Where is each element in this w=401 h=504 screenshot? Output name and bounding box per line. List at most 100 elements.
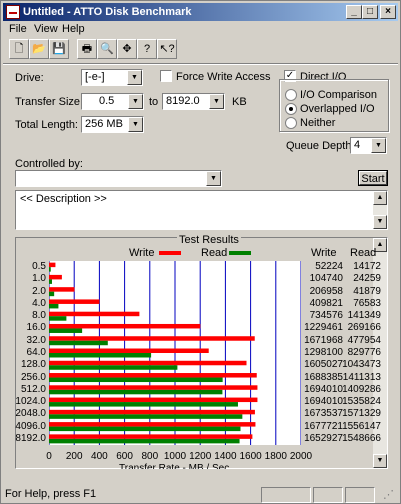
read-value: 477954 (347, 334, 381, 346)
resize-grip-icon[interactable]: ⋰ (383, 488, 394, 501)
write-bar-1024.0 (49, 397, 258, 403)
move-button[interactable]: ✥ (117, 39, 137, 59)
write-bar-64.0 (49, 348, 209, 353)
chevron-down-icon[interactable]: ▼ (128, 117, 143, 132)
total-length-select[interactable]: 256 MB ▼ (81, 116, 144, 133)
io-comparison-radio[interactable] (285, 89, 297, 101)
read-value: 14172 (353, 261, 381, 273)
chevron-down-icon[interactable]: ▼ (209, 94, 224, 109)
read-value: 269166 (347, 322, 381, 334)
force-write-checkbox[interactable] (160, 70, 172, 82)
read-bar-4096.0 (49, 426, 241, 432)
drive-value: [-e-] (85, 71, 105, 83)
chevron-down-icon[interactable]: ▼ (127, 70, 142, 85)
print-icon: 🖶 (81, 43, 93, 55)
open-icon: 📂 (32, 43, 46, 55)
status-text: For Help, press F1 (5, 488, 97, 500)
read-value: 1548666 (342, 432, 381, 444)
write-bar-16.0 (49, 323, 201, 329)
read-value: 141349 (347, 310, 381, 322)
scroll-down-icon[interactable]: ▼ (373, 454, 387, 468)
read-bar-512.0 (49, 389, 223, 395)
maximize-button[interactable]: □ (362, 5, 378, 19)
read-bar-1.0 (49, 279, 52, 284)
read-value: 1571329 (342, 408, 381, 420)
read-bar-4.0 (49, 303, 59, 309)
new-button[interactable]: 🗋 (9, 39, 29, 59)
read-bar-1024.0 (49, 402, 238, 407)
x-tick-label: 2000 (289, 451, 313, 462)
help-icon: ? (143, 43, 151, 55)
write-value: 1694010 (304, 396, 343, 408)
scroll-up-icon[interactable]: ▲ (373, 191, 387, 205)
menu-file[interactable]: File (9, 23, 27, 35)
test-results-title: Test Results (177, 234, 241, 246)
write-column-header: Write (311, 247, 337, 259)
description-box[interactable]: << Description >> ▲ ▼ (15, 190, 388, 230)
write-bar-32.0 (49, 336, 255, 341)
write-bar-4.0 (49, 299, 100, 304)
app-icon (6, 5, 20, 19)
transfer-size-label: Transfer Size: (15, 96, 84, 108)
scroll-down-icon[interactable]: ▼ (373, 215, 387, 229)
transfer-size-from-select[interactable]: 0.5 ▼ (81, 93, 144, 110)
size-label: 2048.0 (15, 408, 46, 420)
read-value: 24259 (353, 273, 381, 285)
read-bar-16.0 (49, 328, 83, 333)
save-icon: 💾 (52, 43, 66, 55)
write-bar-512.0 (49, 385, 258, 390)
queue-depth-value: 4 (354, 139, 361, 151)
total-length-value: 256 MB (85, 118, 123, 130)
window-title: Untitled - ATTO Disk Benchmark (23, 6, 192, 18)
size-label: 32.0 (26, 334, 46, 346)
size-label: 128.0 (20, 359, 46, 371)
menu-help[interactable]: Help (62, 23, 85, 35)
save-button[interactable]: 💾 (49, 39, 69, 59)
help-button[interactable]: ? (137, 39, 157, 59)
read-bar-64.0 (49, 353, 152, 358)
description-scrollbar[interactable]: ▲ ▼ (373, 191, 387, 229)
overlapped-io-radio[interactable] (285, 103, 297, 115)
chart-plot (48, 261, 302, 445)
queue-depth-select[interactable]: 4 ▼ (350, 137, 387, 154)
write-value: 1677721 (304, 420, 343, 432)
title-bar[interactable]: Untitled - ATTO Disk Benchmark _ □ × (3, 3, 398, 21)
write-bar-1.0 (49, 274, 62, 280)
queue-depth-label: Queue Depth: (286, 140, 355, 152)
size-label: 256.0 (20, 371, 46, 383)
neither-radio[interactable] (285, 117, 297, 129)
controlled-by-select[interactable]: ▼ (15, 170, 222, 187)
open-button[interactable]: 📂 (29, 39, 49, 59)
print-preview-icon: 🔍 (100, 43, 114, 55)
write-value: 1688385 (304, 371, 343, 383)
toolbar-divider (3, 63, 398, 65)
context-help-icon: ↖? (159, 43, 175, 55)
print-preview-button[interactable]: 🔍 (97, 39, 117, 59)
chevron-down-icon[interactable]: ▼ (206, 171, 221, 186)
read-bar-256.0 (49, 377, 223, 383)
controlled-by-label: Controlled by: (15, 158, 83, 170)
close-button[interactable]: × (380, 5, 396, 19)
status-pane-2 (313, 487, 343, 503)
size-label: 0.5 (32, 261, 46, 273)
size-label: 1.0 (32, 273, 46, 285)
chevron-down-icon[interactable]: ▼ (371, 138, 386, 153)
minimize-button[interactable]: _ (346, 5, 362, 19)
read-value: 1043473 (342, 359, 381, 371)
context-help-button[interactable]: ↖? (157, 39, 177, 59)
print-button[interactable]: 🖶 (77, 39, 97, 59)
menu-view[interactable]: View (34, 23, 58, 35)
transfer-from-value: 0.5 (99, 95, 115, 107)
read-bar-128.0 (49, 365, 178, 370)
read-bar-0.5 (49, 267, 51, 272)
transfer-size-to-select[interactable]: 8192.0 ▼ (162, 93, 225, 110)
drive-select[interactable]: [-e-] ▼ (81, 69, 143, 86)
write-bar-8.0 (49, 311, 140, 317)
drive-label: Drive: (15, 72, 44, 84)
to-label: to (149, 96, 159, 108)
chevron-down-icon[interactable]: ▼ (128, 94, 143, 109)
write-value: 409821 (309, 297, 343, 309)
write-value: 1694010 (304, 383, 343, 395)
write-bar-2048.0 (49, 409, 255, 415)
start-button[interactable]: Start (358, 170, 388, 186)
